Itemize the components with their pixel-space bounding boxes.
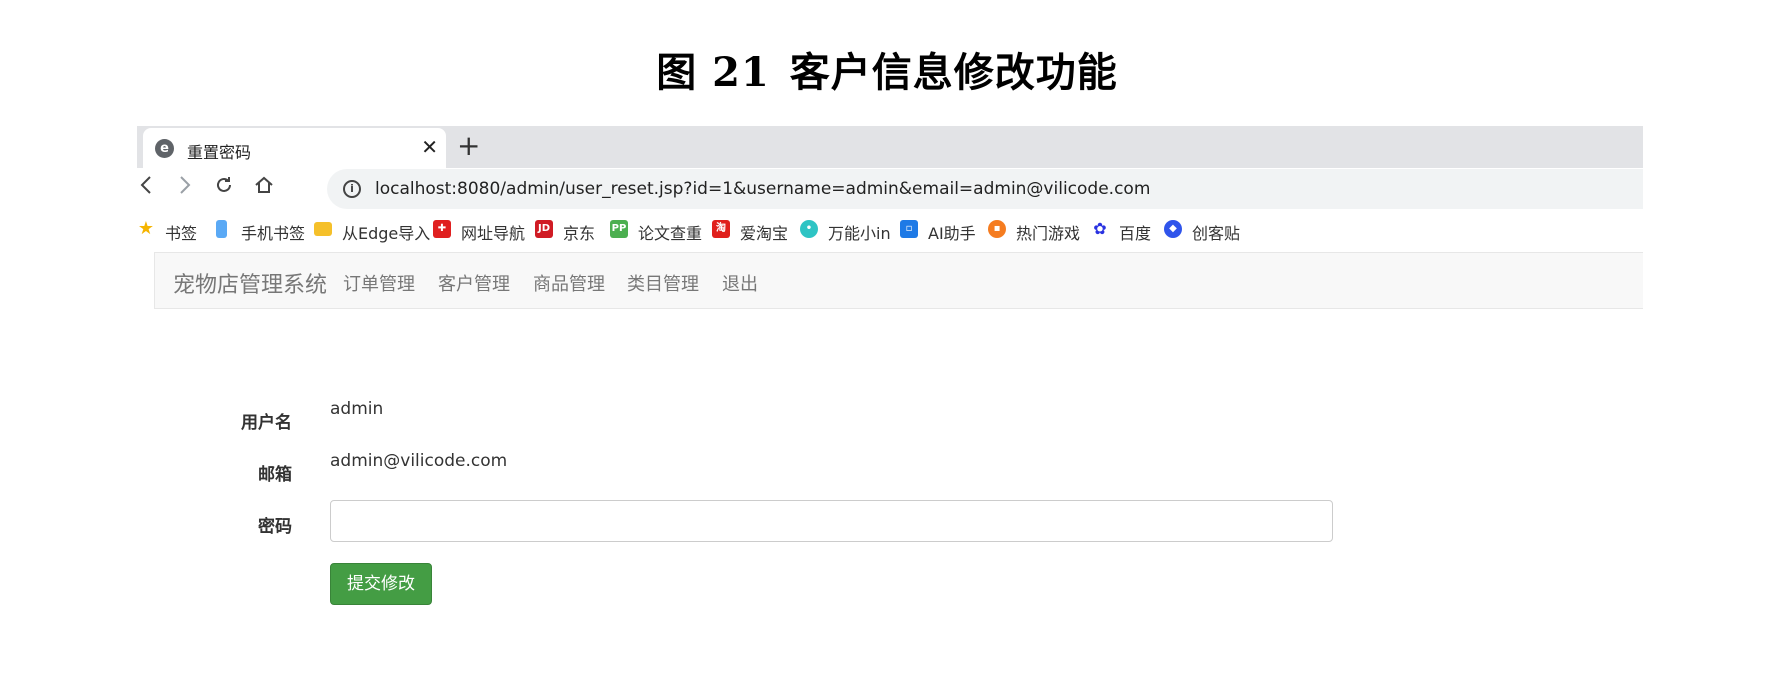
bookmark-label: 创客贴 (1192, 224, 1241, 243)
address-bar[interactable]: i localhost:8080/admin/user_reset.jsp?id… (327, 169, 1643, 209)
reload-button[interactable] (209, 174, 239, 204)
new-tab-button[interactable]: + (457, 132, 480, 160)
nav-products[interactable]: 商品管理 (533, 270, 605, 296)
url-text[interactable]: localhost:8080/admin/user_reset.jsp?id=1… (375, 179, 1150, 199)
baidu-icon: ✿ (1093, 219, 1107, 238)
close-icon[interactable]: ✕ (421, 136, 438, 158)
figure-title: 客户信息修改功能 (789, 49, 1118, 96)
bookmark-label: 爱淘宝 (740, 224, 789, 243)
tab-reset-password[interactable]: e 重置密码 ✕ (143, 128, 446, 168)
nav-logout[interactable]: 退出 (722, 270, 758, 296)
home-icon (255, 176, 273, 193)
email-value: admin@vilicode.com (330, 451, 508, 471)
bookmarks-bar: ★ 书签 手机书签 从Edge导入 ✚ 网址导航 JD 京东 PP 论文查重 淘… (137, 210, 1643, 250)
username-value: admin (330, 399, 384, 419)
submit-button[interactable]: 提交修改 (330, 563, 432, 605)
reload-icon (217, 177, 231, 192)
bookmark-label: 万能小in (828, 224, 891, 243)
ai-assistant-icon: ▫ (900, 220, 918, 238)
password-label: 密码 (258, 517, 292, 537)
chuangketie-icon: ◆ (1164, 220, 1182, 238)
game-icon: ▪ (988, 220, 1006, 238)
star-icon: ★ (137, 218, 155, 239)
app-navbar: 宠物店管理系统 订单管理 客户管理 商品管理 类目管理 退出 (154, 252, 1643, 309)
back-arrow-icon (140, 176, 151, 194)
nav-orders[interactable]: 订单管理 (343, 270, 415, 296)
tab-strip: e 重置密码 ✕ + (137, 126, 1643, 168)
password-field[interactable] (330, 500, 1333, 542)
bookmark-label: 书签 (165, 224, 198, 243)
nav-customers[interactable]: 客户管理 (438, 270, 510, 296)
robot-icon: • (800, 220, 818, 238)
app-brand[interactable]: 宠物店管理系统 (173, 267, 327, 299)
folder-icon (314, 222, 332, 236)
home-button[interactable] (249, 174, 279, 204)
bookmark-label: 从Edge导入 (342, 224, 431, 243)
bookmark-label: 百度 (1119, 224, 1152, 243)
figure-label: 图 (656, 49, 698, 96)
figure-caption: 图 21 客户信息修改功能 (0, 40, 1774, 98)
info-icon[interactable]: i (343, 180, 361, 198)
email-label: 邮箱 (258, 465, 292, 485)
bookmark-label: 手机书签 (241, 224, 306, 243)
browser-toolbar: i localhost:8080/admin/user_reset.jsp?id… (137, 168, 1643, 210)
forward-arrow-icon (180, 176, 191, 194)
figure-number: 21 (712, 49, 770, 96)
forward-button[interactable] (170, 174, 200, 204)
tab-title: 重置密码 (187, 143, 252, 162)
edge-icon: e (155, 139, 174, 158)
bookmark-label: AI助手 (928, 224, 976, 243)
navigation-site-icon: ✚ (433, 220, 451, 238)
pp-icon: PP (610, 220, 628, 238)
bookmark-label: 网址导航 (461, 224, 526, 243)
bookmark-label: 京东 (563, 224, 596, 243)
taobao-icon: 淘 (712, 220, 730, 238)
back-button[interactable] (131, 174, 161, 204)
username-label: 用户名 (241, 413, 292, 433)
jd-icon: JD (535, 220, 553, 238)
bookmark-label: 论文查重 (638, 224, 703, 243)
bookmark-label: 热门游戏 (1016, 224, 1081, 243)
nav-categories[interactable]: 类目管理 (627, 270, 699, 296)
phone-icon (216, 220, 227, 238)
